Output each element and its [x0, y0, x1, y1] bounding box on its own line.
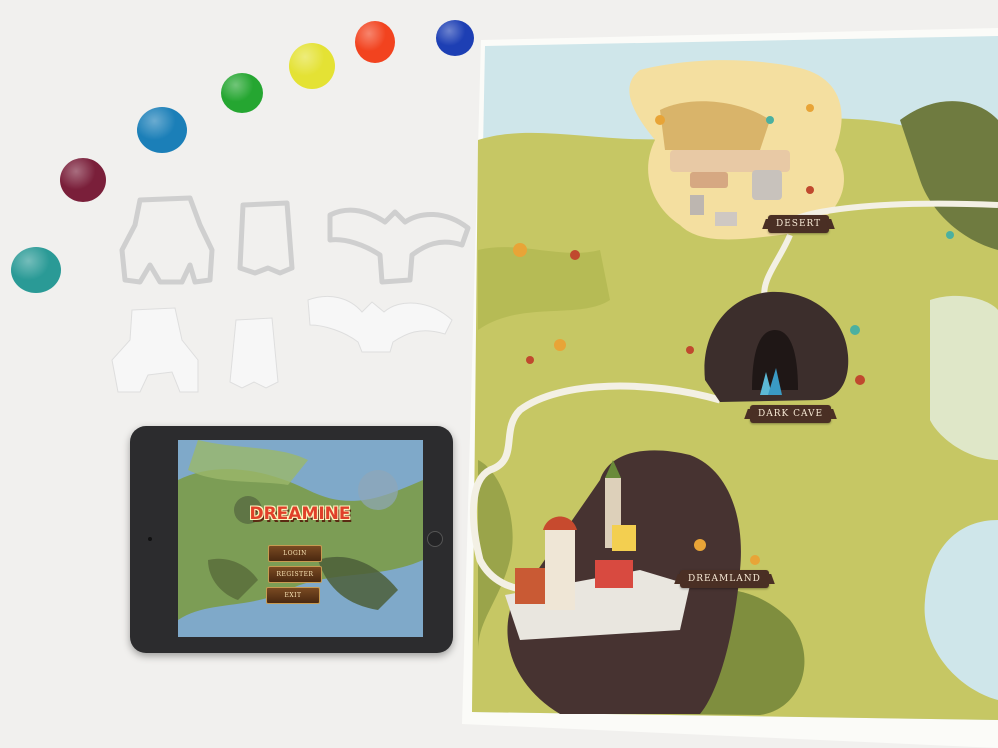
cookie-cutter-icon	[119, 195, 215, 285]
cookie-cutter-icon	[327, 207, 471, 285]
castle-tower	[545, 530, 575, 610]
castle-house	[612, 525, 636, 551]
cookie-cutters	[119, 195, 471, 285]
desert-stone	[715, 212, 737, 226]
desert-stone	[752, 170, 782, 200]
game-screen: DREAMINE LOGIN REGISTER EXIT	[178, 440, 423, 637]
clay-figure-icon	[307, 296, 453, 353]
tablet-device: DREAMINE LOGIN REGISTER EXIT	[130, 426, 453, 653]
castle-house	[515, 568, 545, 604]
desert-rock	[690, 172, 728, 188]
map-label-dreamland: DREAMLAND	[680, 570, 769, 588]
map-label-dark-cave: DARK CAVE	[750, 405, 832, 423]
tablet-home-button-icon[interactable]	[427, 531, 443, 547]
tablet-camera	[148, 537, 152, 541]
photo-scene: DESERT DARK CAVE DREAMLAND DREAMINE LOGI…	[0, 0, 998, 748]
game-background	[178, 440, 423, 637]
map-label-desert: DESERT	[768, 215, 830, 233]
clay-figures	[111, 296, 453, 393]
castle-house	[595, 560, 633, 588]
exit-button[interactable]: EXIT	[266, 587, 320, 604]
game-title-logo: DREAMINE	[249, 504, 351, 524]
clay-figure-icon	[229, 317, 279, 389]
clay-figure-icon	[111, 307, 199, 393]
desert-pillar	[690, 195, 704, 215]
cookie-cutter-icon	[237, 200, 295, 276]
login-button[interactable]: LOGIN	[268, 545, 322, 562]
register-button[interactable]: REGISTER	[268, 566, 322, 583]
craft-items	[11, 20, 474, 393]
desert-rock-slab	[670, 150, 790, 172]
